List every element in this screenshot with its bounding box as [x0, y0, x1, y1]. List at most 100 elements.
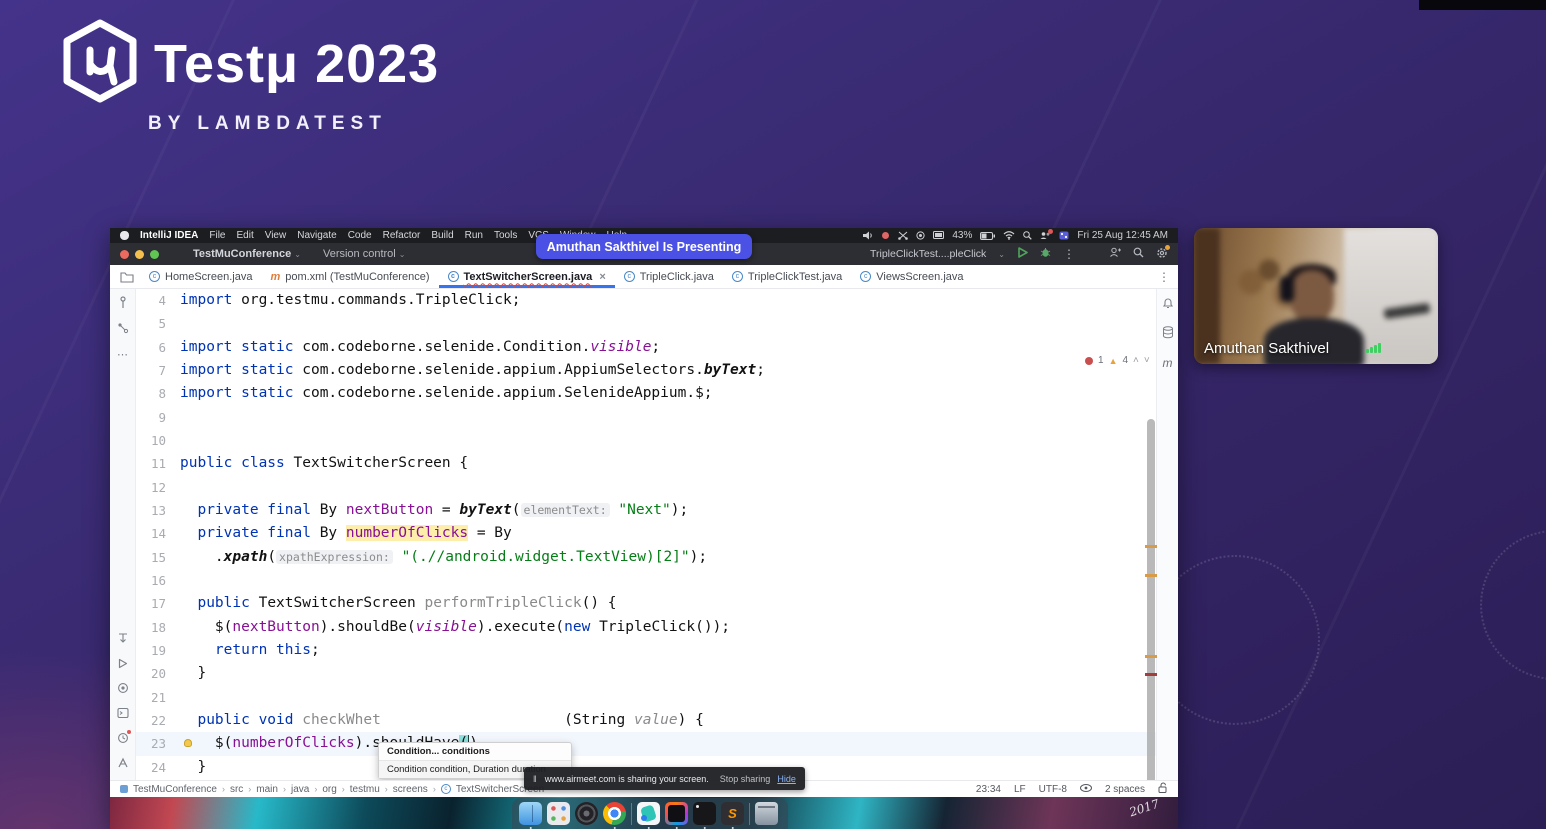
volume-icon[interactable] — [863, 231, 873, 240]
database-icon[interactable] — [1162, 326, 1174, 342]
editor-tab[interactable]: c TextSwitcherScreen.java × — [439, 265, 615, 288]
spotlight-search-icon[interactable] — [1023, 231, 1033, 240]
parameter-info-option[interactable]: Condition... conditions — [379, 743, 571, 760]
menubar-menu-navigate[interactable]: Navigate — [297, 230, 336, 241]
close-tab-icon[interactable]: × — [599, 271, 605, 283]
notifications-icon[interactable] — [1162, 297, 1174, 312]
run-tool-icon[interactable] — [116, 656, 130, 670]
editor-tab[interactable]: m pom.xml (TestMuConference) — [261, 265, 438, 288]
debug-button[interactable] — [1040, 247, 1051, 261]
minimize-window-button[interactable] — [135, 249, 144, 259]
line-number: 11 — [150, 456, 166, 472]
tab-options-button[interactable]: ⋮ — [1158, 270, 1170, 284]
project-selector[interactable]: TestMuConference ⌄ — [193, 248, 301, 260]
error-stripe-mark[interactable] — [1145, 673, 1157, 676]
sublime-dock-icon[interactable]: S — [721, 802, 744, 829]
breadcrumb-item[interactable]: main — [256, 784, 278, 795]
menubar-menu-file[interactable]: File — [209, 230, 225, 241]
structure-tool-icon[interactable] — [116, 321, 130, 335]
line-number: 22 — [150, 712, 166, 728]
screen-record-icon[interactable] — [881, 231, 890, 240]
menubar-menu-code[interactable]: Code — [348, 230, 372, 241]
settings-gear-button[interactable] — [1156, 244, 1170, 262]
line-separator[interactable]: LF — [1014, 784, 1026, 795]
profiler-tool-icon[interactable] — [116, 730, 131, 745]
editor-tab[interactable]: c TripleClick.java — [615, 265, 723, 288]
menubar-menu-tools[interactable]: Tools — [494, 230, 517, 241]
intention-bulb-icon[interactable] — [184, 739, 192, 748]
error-count: 1 — [1098, 355, 1104, 366]
warning-stripe-mark[interactable] — [1145, 655, 1157, 658]
more-actions-button[interactable]: ⋮ — [1063, 247, 1075, 261]
editor-tab[interactable]: c HomeScreen.java — [140, 265, 261, 288]
breadcrumb-item[interactable]: org — [322, 784, 336, 795]
intellij-dock-icon[interactable] — [665, 802, 688, 829]
terminal-dock-icon[interactable] — [693, 802, 716, 829]
indent-setting[interactable]: 2 spaces — [1105, 784, 1145, 795]
warning-stripe-mark[interactable] — [1145, 574, 1157, 577]
caret-position[interactable]: 23:34 — [976, 784, 1001, 795]
lock-open-icon[interactable] — [1158, 782, 1168, 796]
inspections-widget[interactable]: 1 ▲ 4 ˄ ˅ — [1085, 355, 1150, 366]
editor-tab[interactable]: c TripleClickTest.java — [723, 265, 851, 288]
editor-tab[interactable]: c ViewsScreen.java — [851, 265, 972, 288]
scissors-icon[interactable] — [898, 231, 909, 240]
vcs-widget[interactable]: Version control ⌄ — [323, 248, 406, 260]
device-dock-icon[interactable] — [637, 802, 660, 829]
warning-stripe-mark[interactable] — [1145, 545, 1157, 548]
wifi-icon[interactable] — [1003, 231, 1015, 240]
participant-video-tile[interactable]: Amuthan Sakthivel — [1194, 228, 1438, 364]
breadcrumb-item[interactable]: testmu — [350, 784, 380, 795]
run-button[interactable] — [1017, 247, 1028, 261]
java-class-icon: c — [731, 271, 743, 282]
breadcrumb-separator: › — [248, 784, 252, 794]
control-center-icon[interactable] — [1059, 231, 1069, 240]
menubar-menu-run[interactable]: Run — [465, 230, 483, 241]
maven-icon[interactable]: m — [1163, 356, 1173, 370]
menubar-app-name[interactable]: IntelliJ IDEA — [140, 230, 198, 241]
breadcrumb-item[interactable]: java — [291, 784, 309, 795]
more-tool-windows-icon[interactable]: ⋯ — [116, 347, 130, 361]
terminal-tool-icon[interactable] — [116, 706, 130, 720]
hide-toast-button[interactable]: Hide — [777, 774, 796, 784]
code-line: 9 — [136, 406, 1156, 429]
disc-dock-icon[interactable] — [575, 802, 598, 825]
pause-share-icon[interactable]: ‖ — [533, 774, 538, 784]
line-number: 8 — [158, 386, 166, 402]
record-icon[interactable] — [916, 231, 925, 240]
launchpad-dock-icon[interactable] — [547, 802, 570, 825]
menubar-menu-build[interactable]: Build — [431, 230, 453, 241]
menubar-clock[interactable]: Fri 25 Aug 12:45 AM — [1077, 230, 1168, 241]
code-text: } — [180, 758, 207, 775]
project-folder-icon[interactable] — [114, 265, 140, 288]
menubar-menu-edit[interactable]: Edit — [236, 230, 253, 241]
close-window-button[interactable] — [120, 249, 129, 259]
breadcrumb-item[interactable]: src — [230, 784, 243, 795]
vcs-update-icon[interactable] — [116, 631, 130, 645]
code-editor[interactable]: 4 import org.testmu.commands.TripleClick;… — [136, 289, 1156, 780]
user-switch-icon[interactable] — [1040, 229, 1054, 240]
window-controls[interactable] — [120, 249, 159, 259]
menubar-menu-refactor[interactable]: Refactor — [383, 230, 421, 241]
search-everywhere-button[interactable] — [1133, 247, 1144, 261]
services-tool-icon[interactable] — [116, 756, 130, 770]
next-problem-button[interactable]: ˅ — [1144, 355, 1150, 366]
file-encoding[interactable]: UTF-8 — [1039, 784, 1067, 795]
prev-problem-button[interactable]: ˄ — [1133, 355, 1139, 366]
debug-tool-icon[interactable] — [116, 681, 130, 695]
breadcrumb-item[interactable]: screens — [393, 784, 428, 795]
chrome-dock-icon[interactable] — [603, 802, 626, 829]
trash-dock-icon[interactable] — [755, 802, 778, 825]
apple-logo-icon[interactable] — [120, 231, 129, 240]
editor-scrollbar-thumb[interactable] — [1147, 419, 1155, 780]
stop-sharing-button[interactable]: Stop sharing — [720, 774, 771, 784]
reader-mode-icon[interactable] — [1079, 783, 1092, 795]
code-with-me-button[interactable] — [1109, 247, 1121, 261]
finder-dock-icon[interactable] — [519, 802, 542, 829]
run-configuration-selector[interactable]: TripleClickTest....pleClick — [870, 248, 986, 260]
menubar-menu-view[interactable]: View — [265, 230, 287, 241]
breadcrumb-item[interactable]: TestMuConference — [133, 784, 217, 795]
commit-tool-icon[interactable] — [116, 295, 130, 309]
display-icon[interactable] — [933, 231, 945, 240]
zoom-window-button[interactable] — [150, 249, 159, 259]
